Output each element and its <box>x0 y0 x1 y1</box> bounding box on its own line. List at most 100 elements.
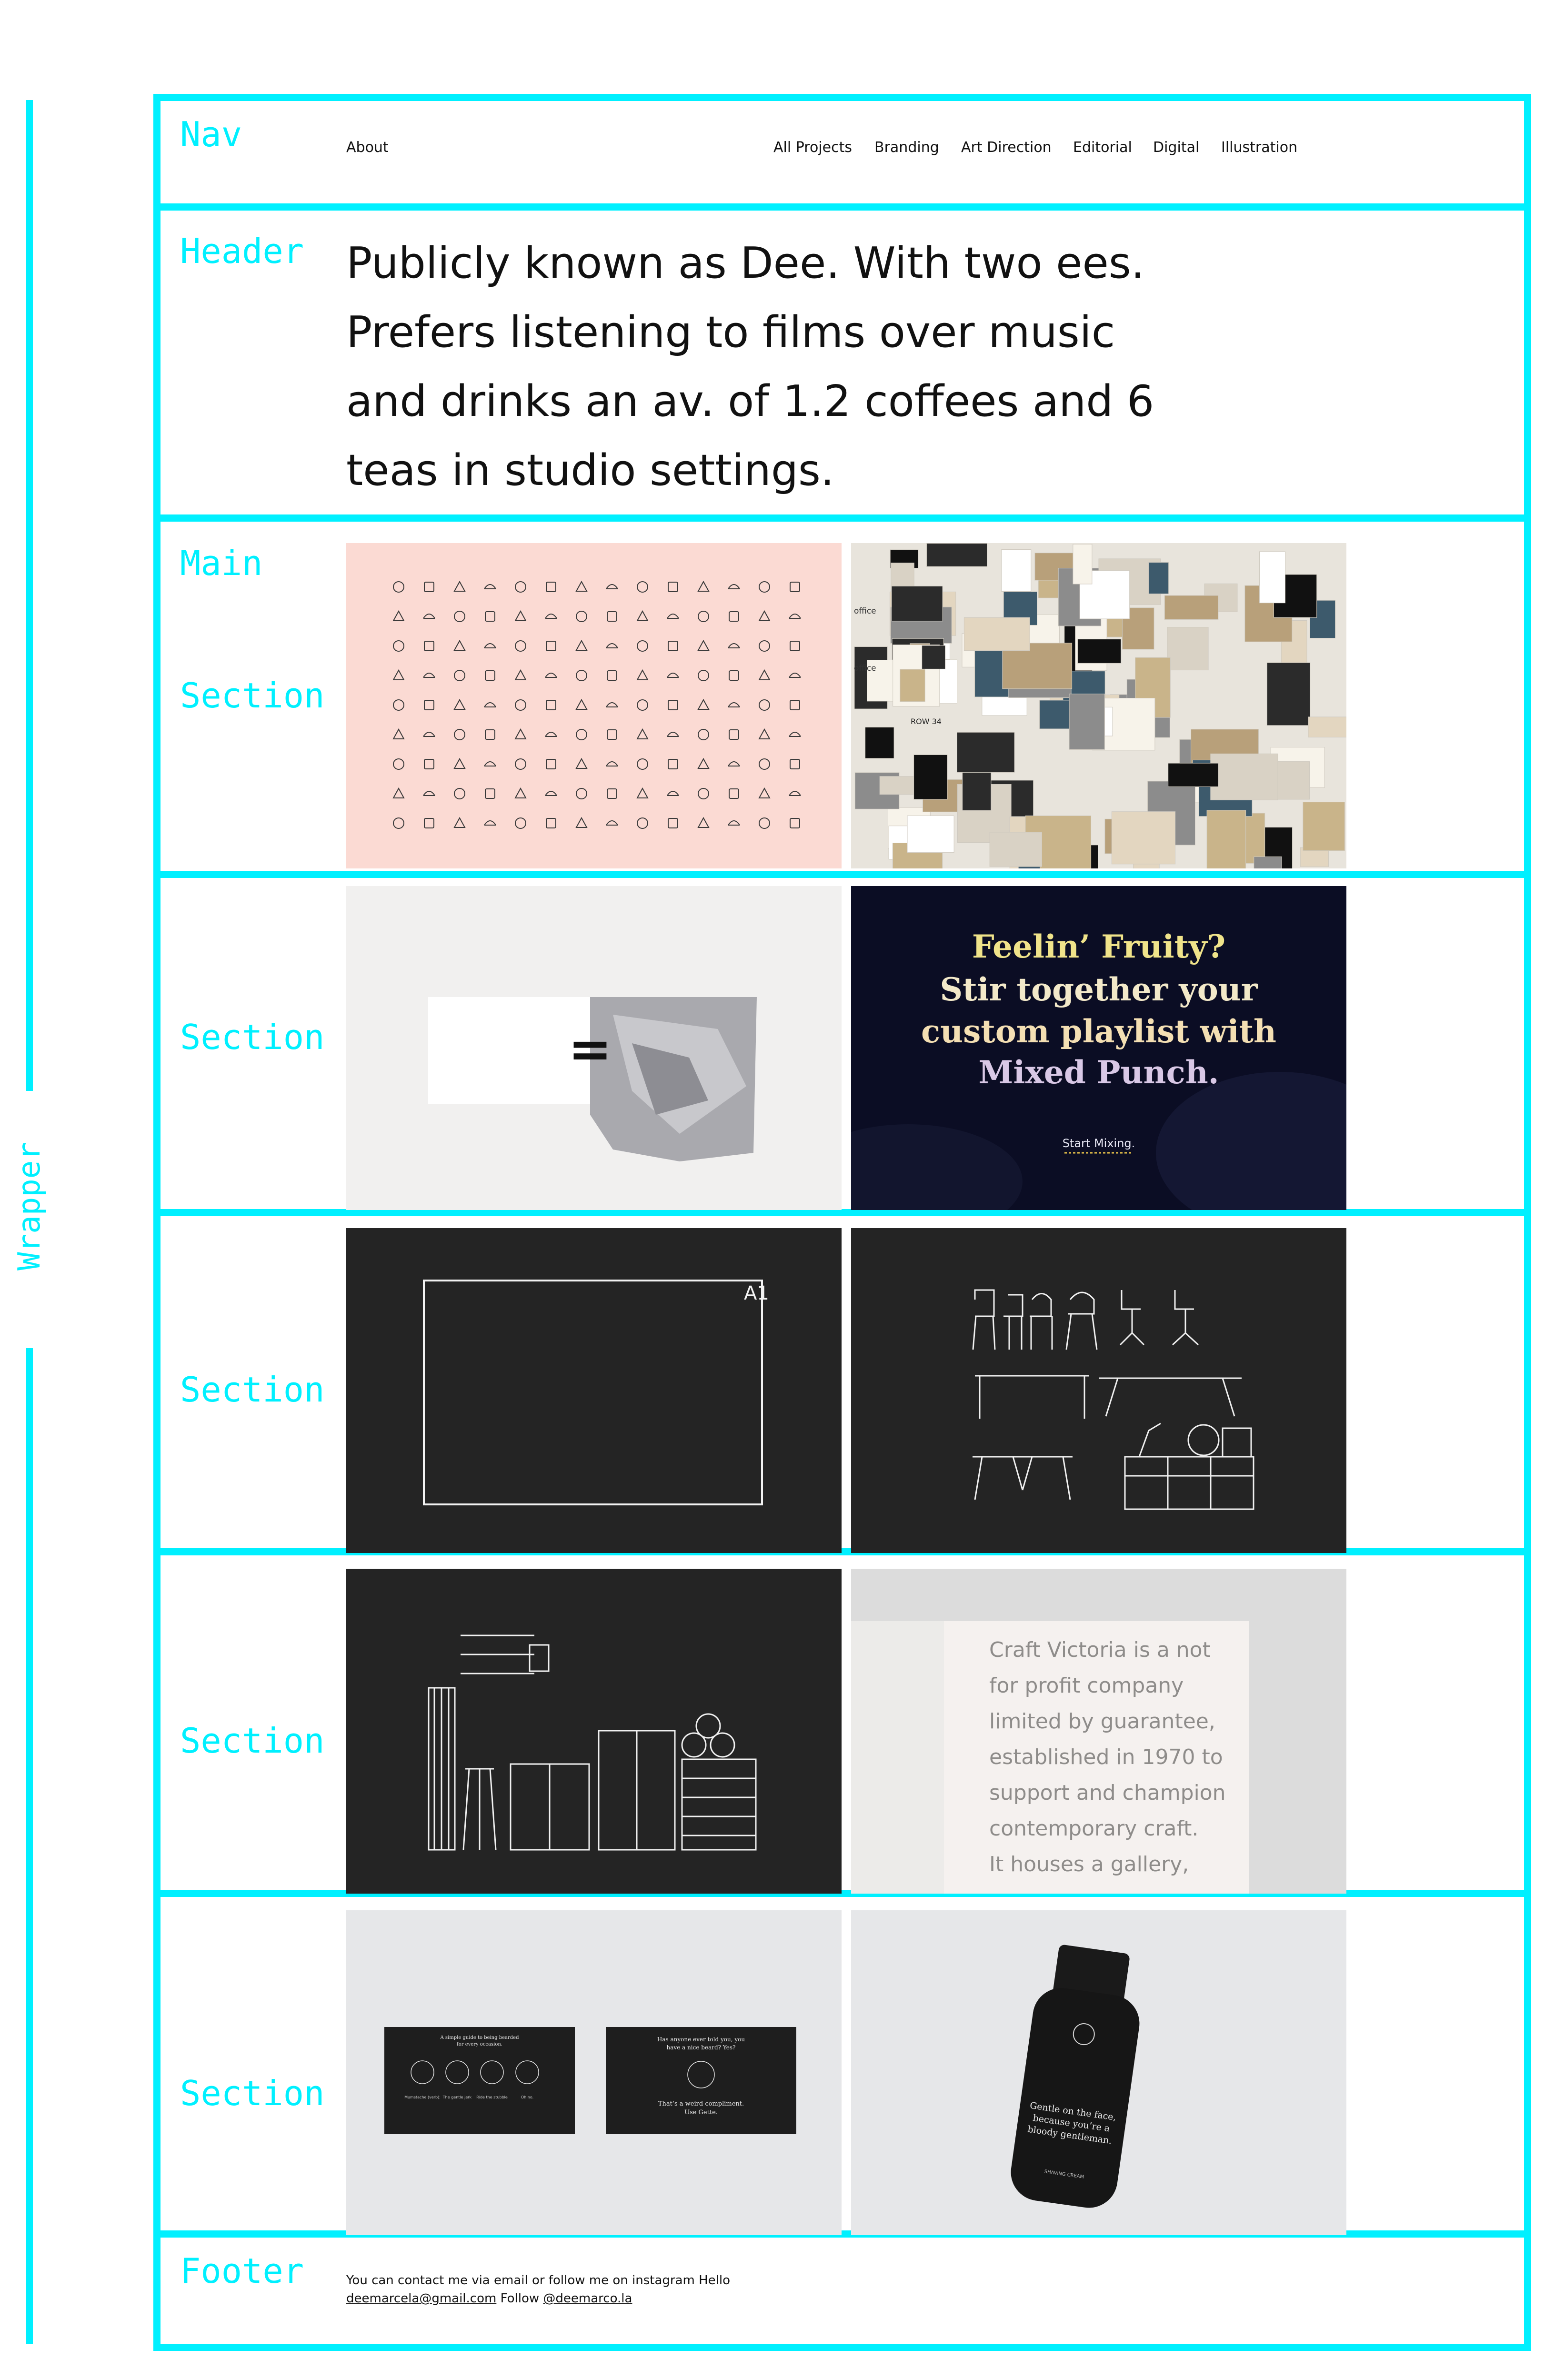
section-tag-4: Section <box>180 1721 325 1761</box>
pictogram-icon <box>667 673 679 678</box>
card-one-caption: Oh no. <box>521 2095 533 2099</box>
pinned-print <box>1303 802 1345 851</box>
footer-instagram-link[interactable]: @deemarco.la <box>543 2291 632 2306</box>
project-thumb-grooming-cards[interactable]: A simple guide to being bearded for ever… <box>346 1910 842 2235</box>
chairs-row <box>972 1289 1199 1350</box>
pictogram-icon <box>759 581 770 593</box>
pictogram-icon <box>607 788 617 799</box>
nav-link-editorial[interactable]: Editorial <box>1073 139 1132 156</box>
pictogram-icon <box>453 698 466 710</box>
pictogram-icon <box>393 758 404 770</box>
pictogram-icon <box>392 787 405 798</box>
pictogram-icon <box>607 611 617 622</box>
pictogram-icon <box>729 788 739 799</box>
pinned-print <box>1001 549 1032 592</box>
pictogram-icon <box>668 700 678 710</box>
footer-email-link[interactable]: deemarcela@gmail.com <box>346 2291 496 2306</box>
pictogram-icon <box>453 580 466 592</box>
pictogram-icon <box>789 673 801 678</box>
pictogram-icon <box>545 732 557 737</box>
card-two-body: Use Gette. <box>684 2109 718 2116</box>
pictogram-icon <box>515 817 526 829</box>
pictogram-icon <box>759 817 770 829</box>
project-thumb-craft-victoria[interactable]: Craft Victoria is a not for profit compa… <box>851 1569 1346 1894</box>
wall-shelves <box>461 1634 534 1674</box>
header-line: Publicly known as Dee. With two ees. <box>346 238 1145 288</box>
card-one-caption: The gentle jerk <box>442 2095 472 2099</box>
start-mixing-cta: Start Mixing. <box>1063 1137 1135 1150</box>
pictogram-icon <box>790 641 800 651</box>
pictogram-icon <box>667 791 679 796</box>
pictogram-icon <box>393 581 404 593</box>
pictogram-icon <box>668 818 678 828</box>
footer-intro: You can contact me via email or follow m… <box>346 2273 731 2288</box>
pictogram-icon <box>728 584 740 589</box>
pictogram-icon <box>637 640 648 652</box>
pictogram-icon <box>790 818 800 828</box>
pictogram-icon <box>485 729 495 740</box>
pictogram-icon <box>484 702 496 707</box>
pictogram-icon <box>759 640 770 652</box>
pictogram-icon <box>668 582 678 592</box>
nav-tag: Nav <box>180 114 242 154</box>
pictogram-icon <box>698 670 709 681</box>
project-thumb-equals-rock[interactable]: = <box>346 886 842 1210</box>
pictogram-icon <box>485 611 495 622</box>
pinned-print <box>963 617 1030 651</box>
pictogram-icon <box>514 728 527 739</box>
furniture-line-drawing <box>972 1289 1254 1510</box>
book-left-page <box>851 1621 946 1894</box>
project-thumb-icon-grid[interactable] <box>346 543 842 868</box>
header-line: teas in studio settings. <box>346 445 834 495</box>
pinned-print <box>1111 811 1176 865</box>
nav-about-link[interactable]: About <box>346 139 389 156</box>
project-thumb-mixed-punch[interactable]: Feelin’ Fruity? Stir together your custo… <box>851 886 1346 1210</box>
pictogram-icon <box>515 581 526 593</box>
nav-link-illustration[interactable]: Illustration <box>1221 139 1297 156</box>
project-thumb-shaving-bottle[interactable]: Gentle on the face, because you’re a blo… <box>851 1910 1346 2235</box>
pictogram-icon <box>575 698 588 710</box>
pictogram-icon <box>546 700 556 710</box>
punch-headline-line: Mixed Punch. <box>978 1054 1219 1091</box>
pinned-print <box>1148 562 1169 594</box>
pinned-print <box>900 669 925 702</box>
pictogram-icon <box>576 670 587 681</box>
header-line: and drinks an av. of 1.2 coffees and 6 <box>346 376 1154 426</box>
nav-link-branding[interactable]: Branding <box>874 139 939 156</box>
project-thumb-a1-frame[interactable]: A1 <box>346 1228 842 1553</box>
pictogram-icon <box>697 639 710 651</box>
pinned-print <box>1210 753 1278 800</box>
pictogram-icon <box>423 614 435 619</box>
pinned-print <box>865 727 894 759</box>
book-text-line: established in 1970 to <box>989 1745 1223 1769</box>
pictogram-icon <box>636 728 649 739</box>
pictogram-icon <box>575 817 588 828</box>
punch-headline-line: custom playlist with <box>921 1013 1276 1050</box>
pictogram-icon <box>698 611 709 622</box>
nav-link-digital[interactable]: Digital <box>1153 139 1199 156</box>
project-thumb-furniture[interactable] <box>851 1228 1346 1553</box>
pinned-print <box>1167 627 1209 671</box>
pictogram-icon <box>484 643 496 648</box>
a1-label: A1 <box>744 1282 769 1304</box>
storage-line-drawing <box>428 1634 757 1851</box>
pictogram-icon <box>758 669 771 680</box>
pictogram-icon <box>636 610 649 621</box>
nav-link-all-projects[interactable]: All Projects <box>773 139 852 156</box>
pictogram-icon <box>546 641 556 651</box>
pictogram-icon <box>606 820 618 826</box>
pictogram-icon <box>607 729 617 740</box>
moodboard-caption: office <box>854 606 876 616</box>
project-thumb-moodboard[interactable]: office office ROW 34 <box>851 543 1346 868</box>
project-thumb-storage-drawing[interactable] <box>346 1569 842 1894</box>
pictogram-icon <box>423 673 435 678</box>
pictogram-icon <box>576 729 587 740</box>
footer-follow-label: Follow <box>500 2291 540 2306</box>
pictogram-icon <box>545 614 557 619</box>
nav-link-art-direction[interactable]: Art Direction <box>961 139 1052 156</box>
storage-row <box>973 1422 1254 1510</box>
card-two <box>606 2027 796 2134</box>
pictogram-icon <box>789 614 801 619</box>
pinned-print <box>1266 662 1311 726</box>
pictogram-icon <box>453 817 466 828</box>
